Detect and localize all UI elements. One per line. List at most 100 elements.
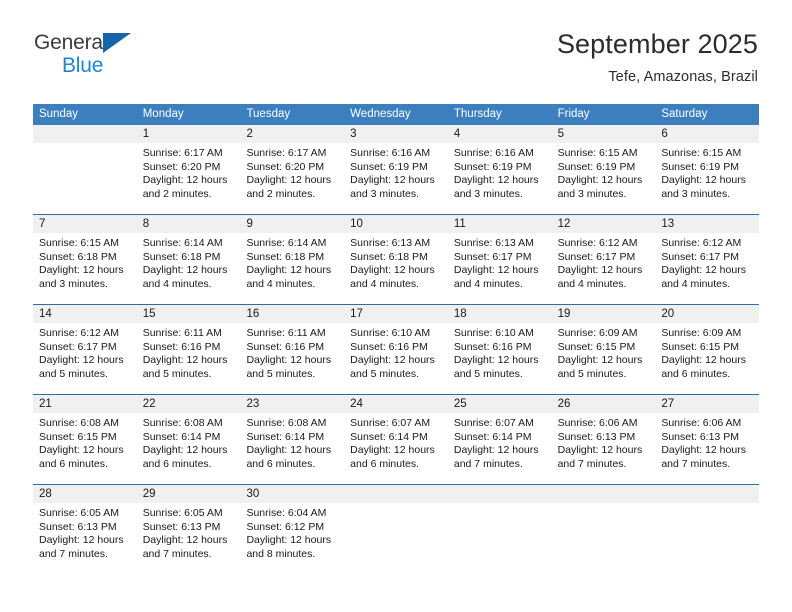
day-cell[interactable]: Sunrise: 6:15 AM Sunset: 6:18 PM Daylight:…: [33, 233, 137, 304]
day-number[interactable]: 29: [137, 485, 241, 503]
weekday-header-tuesday: Tuesday: [246, 108, 291, 120]
day-number[interactable]: 11: [448, 215, 552, 233]
day-cell[interactable]: Sunrise: 6:11 AM Sunset: 6:16 PM Daylight:…: [240, 323, 344, 394]
day-number[interactable]: 13: [655, 215, 759, 233]
day-number[interactable]: 15: [137, 305, 241, 323]
sunrise-text: Sunrise: 6:16 AM: [453, 147, 534, 159]
day-number[interactable]: 5: [552, 125, 656, 143]
daylight-text-line1: Daylight: 12 hours: [142, 354, 228, 367]
day-number[interactable]: 30: [240, 485, 344, 503]
daylight-text-line2: and 6 minutes.: [39, 457, 108, 470]
day-cell[interactable]: Sunrise: 6:08 AM Sunset: 6:14 PM Daylight:…: [137, 413, 241, 484]
day-cell[interactable]: Sunrise: 6:06 AM Sunset: 6:13 PM Daylight:…: [552, 413, 656, 484]
day-number[interactable]: 16: [240, 305, 344, 323]
day-number[interactable]: 4: [448, 125, 552, 143]
day-cell[interactable]: Sunrise: 6:04 AM Sunset: 6:12 PM Daylight:…: [240, 503, 344, 574]
weekday-header-thursday: Thursday: [453, 108, 502, 120]
day-cell[interactable]: Sunrise: 6:10 AM Sunset: 6:16 PM Daylight:…: [448, 323, 552, 394]
day-number[interactable]: 20: [655, 305, 759, 323]
daylight-text-line2: and 5 minutes.: [453, 367, 523, 380]
sunset-text: Sunset: 6:17 PM: [557, 250, 636, 263]
day-number[interactable]: 2: [240, 125, 344, 143]
day-number[interactable]: 14: [33, 305, 137, 323]
logo-text-blue: Blue: [62, 54, 104, 77]
day-cell[interactable]: Sunrise: 6:12 AM Sunset: 6:17 PM Daylight:…: [655, 233, 759, 304]
day-cell[interactable]: Sunrise: 6:07 AM Sunset: 6:14 PM Daylight:…: [448, 413, 552, 484]
day-cell[interactable]: Sunrise: 6:08 AM Sunset: 6:15 PM Daylight:…: [33, 413, 137, 484]
day-cell[interactable]: Sunrise: 6:16 AM Sunset: 6:19 PM Daylight:…: [448, 143, 552, 214]
day-number[interactable]: 25: [448, 395, 552, 413]
daylight-text-line1: Daylight: 12 hours: [557, 444, 643, 457]
daylight-text-line1: Daylight: 12 hours: [246, 264, 332, 277]
day-cell[interactable]: Sunrise: 6:13 AM Sunset: 6:18 PM Daylight:…: [344, 233, 448, 304]
weekday-header-wednesday: Wednesday: [350, 108, 411, 120]
weekday-header-saturday: Saturday: [661, 108, 708, 120]
day-cell[interactable]: Sunrise: 6:15 AM Sunset: 6:19 PM Daylight:…: [552, 143, 656, 214]
daylight-text-line1: Daylight: 12 hours: [246, 174, 332, 187]
day-number[interactable]: 9: [240, 215, 344, 233]
daylight-text-line2: and 8 minutes.: [246, 547, 316, 560]
day-number[interactable]: 27: [655, 395, 759, 413]
day-cell[interactable]: Sunrise: 6:06 AM Sunset: 6:13 PM Daylight:…: [655, 413, 759, 484]
sunrise-text: Sunrise: 6:06 AM: [661, 417, 742, 429]
sunrise-text: Sunrise: 6:13 AM: [350, 237, 431, 249]
day-number[interactable]: 6: [655, 125, 759, 143]
sunrise-text: Sunrise: 6:05 AM: [142, 507, 223, 519]
sunrise-text: Sunrise: 6:09 AM: [661, 327, 742, 339]
day-number[interactable]: 1: [137, 125, 241, 143]
day-cell[interactable]: Sunrise: 6:07 AM Sunset: 6:14 PM Daylight:…: [344, 413, 448, 484]
day-number[interactable]: 28: [33, 485, 137, 503]
day-number[interactable]: 26: [552, 395, 656, 413]
day-number[interactable]: 10: [344, 215, 448, 233]
daylight-text-line2: and 4 minutes.: [246, 277, 316, 290]
day-cell[interactable]: Sunrise: 6:14 AM Sunset: 6:18 PM Daylight:…: [240, 233, 344, 304]
day-cell[interactable]: Sunrise: 6:14 AM Sunset: 6:18 PM Daylight:…: [137, 233, 241, 304]
day-cell[interactable]: Sunrise: 6:13 AM Sunset: 6:17 PM Daylight:…: [448, 233, 552, 304]
day-cell[interactable]: Sunrise: 6:05 AM Sunset: 6:13 PM Daylight:…: [33, 503, 137, 574]
daylight-text-line2: and 7 minutes.: [557, 457, 627, 470]
day-number[interactable]: 22: [137, 395, 241, 413]
day-number[interactable]: 7: [33, 215, 137, 233]
day-number[interactable]: 21: [33, 395, 137, 413]
day-number[interactable]: 3: [344, 125, 448, 143]
day-number[interactable]: 18: [448, 305, 552, 323]
daylight-text-line1: Daylight: 12 hours: [557, 264, 643, 277]
sunrise-text: Sunrise: 6:12 AM: [661, 237, 742, 249]
daylight-text-line2: and 5 minutes.: [350, 367, 420, 380]
day-cell[interactable]: Sunrise: 6:09 AM Sunset: 6:15 PM Daylight:…: [655, 323, 759, 394]
day-cell[interactable]: Sunrise: 6:17 AM Sunset: 6:20 PM Daylight:…: [137, 143, 241, 214]
day-cell[interactable]: Sunrise: 6:12 AM Sunset: 6:17 PM Daylight:…: [33, 323, 137, 394]
day-number[interactable]: 8: [137, 215, 241, 233]
weekday-header-monday: Monday: [142, 108, 184, 120]
day-cell[interactable]: Sunrise: 6:08 AM Sunset: 6:14 PM Daylight:…: [240, 413, 344, 484]
sunset-text: Sunset: 6:20 PM: [142, 160, 221, 173]
sunrise-text: Sunrise: 6:12 AM: [39, 327, 119, 339]
day-cell[interactable]: Sunrise: 6:16 AM Sunset: 6:19 PM Daylight:…: [344, 143, 448, 214]
day-number[interactable]: 19: [552, 305, 656, 323]
daylight-text-line1: Daylight: 12 hours: [350, 264, 435, 277]
weekday-header-row: Sunday Monday Tuesday Wednesday Thursday…: [33, 104, 759, 125]
calendar-weeks: 1 2 3 4 5 6 Sunrise: 6:17 AM Sunset: 6:20 PM Day…: [33, 125, 759, 574]
daylight-text-line1: Daylight: 12 hours: [453, 354, 539, 367]
day-cell[interactable]: Sunrise: 6:17 AM Sunset: 6:20 PM Daylight:…: [240, 143, 344, 214]
sunset-text: Sunset: 6:14 PM: [350, 430, 428, 443]
daylight-text-line2: and 5 minutes.: [142, 367, 212, 380]
day-number[interactable]: 24: [344, 395, 448, 413]
day-number[interactable]: 17: [344, 305, 448, 323]
sunset-text: Sunset: 6:13 PM: [557, 430, 636, 443]
day-cell[interactable]: Sunrise: 6:11 AM Sunset: 6:16 PM Daylight:…: [137, 323, 241, 394]
day-cell[interactable]: Sunrise: 6:05 AM Sunset: 6:13 PM Daylight:…: [137, 503, 241, 574]
day-cell[interactable]: Sunrise: 6:12 AM Sunset: 6:17 PM Daylight:…: [552, 233, 656, 304]
sunrise-text: Sunrise: 6:15 AM: [39, 237, 119, 249]
sunrise-text: Sunrise: 6:15 AM: [557, 147, 638, 159]
day-cell[interactable]: Sunrise: 6:10 AM Sunset: 6:16 PM Daylight:…: [344, 323, 448, 394]
daylight-text-line2: and 6 minutes.: [142, 457, 212, 470]
day-cell[interactable]: Sunrise: 6:15 AM Sunset: 6:19 PM Daylight:…: [655, 143, 759, 214]
sunset-text: Sunset: 6:16 PM: [246, 340, 325, 353]
day-cell[interactable]: Sunrise: 6:09 AM Sunset: 6:15 PM Daylight:…: [552, 323, 656, 394]
calendar-daycontent-row: Sunrise: 6:12 AM Sunset: 6:17 PM Daylight:…: [33, 323, 759, 394]
day-number[interactable]: 23: [240, 395, 344, 413]
day-number[interactable]: 12: [552, 215, 656, 233]
sunset-text: Sunset: 6:20 PM: [246, 160, 325, 173]
daylight-text-line2: and 5 minutes.: [557, 367, 627, 380]
